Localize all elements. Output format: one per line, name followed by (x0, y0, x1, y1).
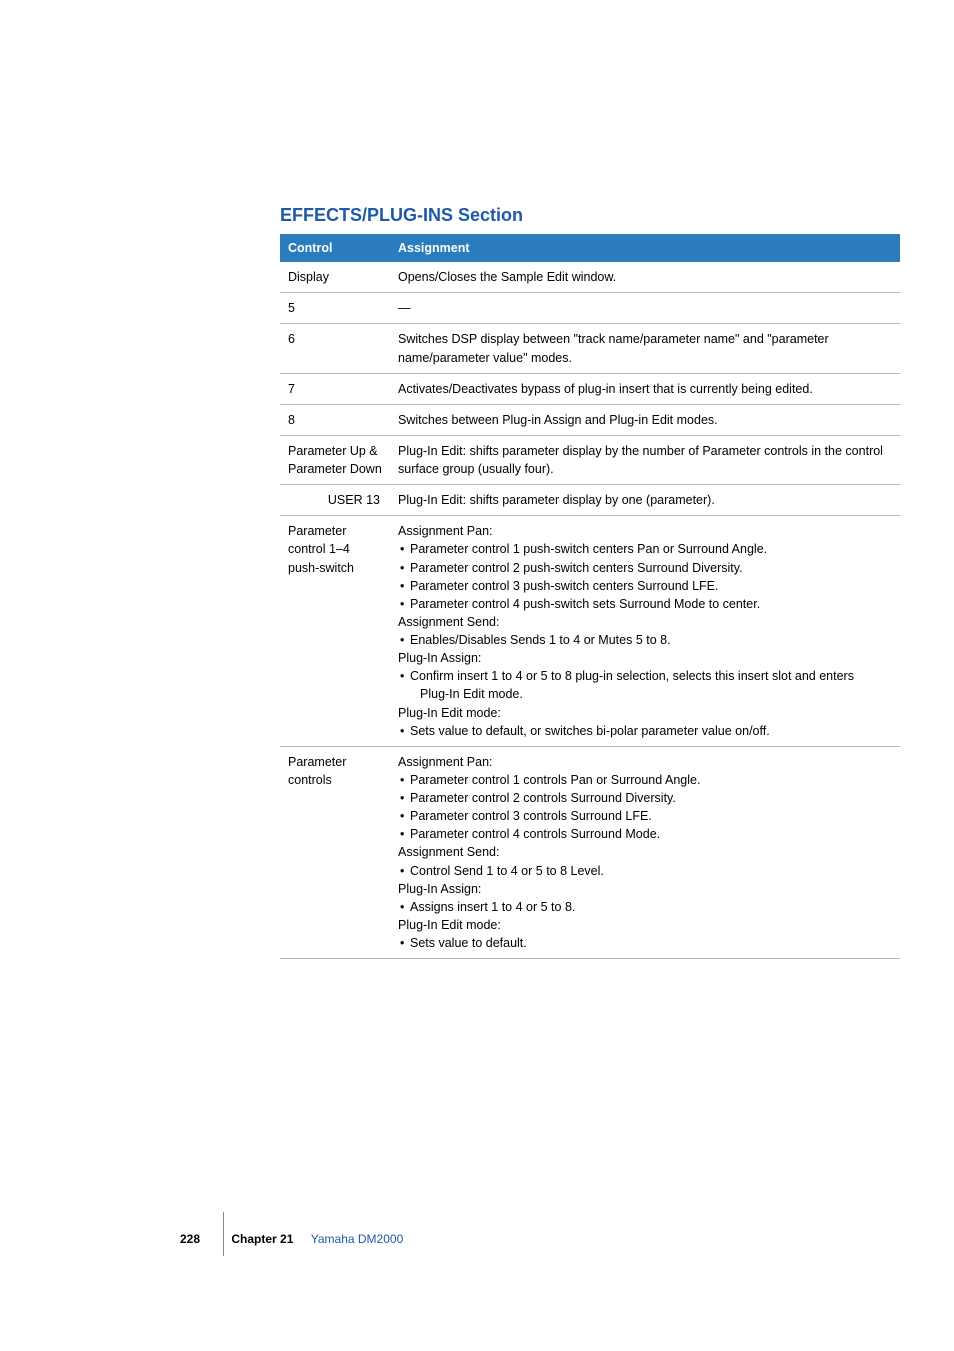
control-cell: 8 (280, 404, 390, 435)
chapter-label: Chapter 21 (231, 1232, 293, 1246)
page-number: 228 (180, 1232, 200, 1246)
control-cell: 7 (280, 373, 390, 404)
list-item: Confirm insert 1 to 4 or 5 to 8 plug-in … (398, 667, 892, 685)
table-row: USER 13Plug-In Edit: shifts parameter di… (280, 485, 900, 516)
section-heading: EFFECTS/PLUG-INS Section (280, 205, 900, 226)
list-item: Plug-In Edit mode. (398, 685, 892, 703)
list-item: Assignment Pan: (398, 753, 892, 771)
control-cell: 6 (280, 324, 390, 373)
list-item: Plug-In Edit mode: (398, 916, 892, 934)
assignment-cell: Assignment Pan:Parameter control 1 contr… (390, 746, 900, 958)
list-item: Assignment Send: (398, 843, 892, 861)
control-cell: Parameter control 1–4 push-switch (280, 516, 390, 747)
list-item: Assigns insert 1 to 4 or 5 to 8. (398, 898, 892, 916)
table-row: Parameter Up & Parameter DownPlug-In Edi… (280, 435, 900, 484)
list-item: Parameter control 3 controls Surround LF… (398, 807, 892, 825)
control-cell: 5 (280, 293, 390, 324)
list-item: Parameter control 3 push-switch centers … (398, 577, 892, 595)
list-item: Sets value to default. (398, 934, 892, 952)
assignment-cell: Plug-In Edit: shifts parameter display b… (390, 435, 900, 484)
table-row: Parameter controlsAssignment Pan:Paramet… (280, 746, 900, 958)
list-item: Parameter control 4 push-switch sets Sur… (398, 595, 892, 613)
list-item: Assignment Send: (398, 613, 892, 631)
control-cell: Parameter Up & Parameter Down (280, 435, 390, 484)
assignment-cell: — (390, 293, 900, 324)
assignment-cell: Switches DSP display between "track name… (390, 324, 900, 373)
list-item: Parameter control 2 push-switch centers … (398, 559, 892, 577)
list-item: Plug-In Assign: (398, 880, 892, 898)
table-row: 5— (280, 293, 900, 324)
assignments-table: Control Assignment DisplayOpens/Closes t… (280, 234, 900, 959)
assignment-cell: Activates/Deactivates bypass of plug-in … (390, 373, 900, 404)
table-row: 6Switches DSP display between "track nam… (280, 324, 900, 373)
control-cell: USER 13 (280, 485, 390, 516)
chapter-title: Yamaha DM2000 (311, 1232, 404, 1246)
list-item: Parameter control 4 controls Surround Mo… (398, 825, 892, 843)
assignment-cell: Plug-In Edit: shifts parameter display b… (390, 485, 900, 516)
assignment-cell: Switches between Plug-in Assign and Plug… (390, 404, 900, 435)
control-cell: Parameter controls (280, 746, 390, 958)
list-item: Plug-In Assign: (398, 649, 892, 667)
table-row: 8Switches between Plug-in Assign and Plu… (280, 404, 900, 435)
list-item: Assignment Pan: (398, 522, 892, 540)
list-item: Parameter control 1 push-switch centers … (398, 540, 892, 558)
page-footer: 228 Chapter 21 Yamaha DM2000 (180, 1232, 403, 1246)
header-control: Control (280, 234, 390, 262)
assignment-list: Assignment Pan:Parameter control 1 push-… (398, 522, 892, 740)
assignment-cell: Opens/Closes the Sample Edit window. (390, 262, 900, 293)
list-item: Parameter control 2 controls Surround Di… (398, 789, 892, 807)
list-item: Parameter control 1 controls Pan or Surr… (398, 771, 892, 789)
control-cell: Display (280, 262, 390, 293)
assignment-cell: Assignment Pan:Parameter control 1 push-… (390, 516, 900, 747)
assignment-list: Assignment Pan:Parameter control 1 contr… (398, 753, 892, 952)
table-row: Parameter control 1–4 push-switchAssignm… (280, 516, 900, 747)
table-row: DisplayOpens/Closes the Sample Edit wind… (280, 262, 900, 293)
list-item: Enables/Disables Sends 1 to 4 or Mutes 5… (398, 631, 892, 649)
table-row: 7Activates/Deactivates bypass of plug-in… (280, 373, 900, 404)
list-item: Control Send 1 to 4 or 5 to 8 Level. (398, 862, 892, 880)
list-item: Plug-In Edit mode: (398, 704, 892, 722)
header-assignment: Assignment (390, 234, 900, 262)
list-item: Sets value to default, or switches bi-po… (398, 722, 892, 740)
